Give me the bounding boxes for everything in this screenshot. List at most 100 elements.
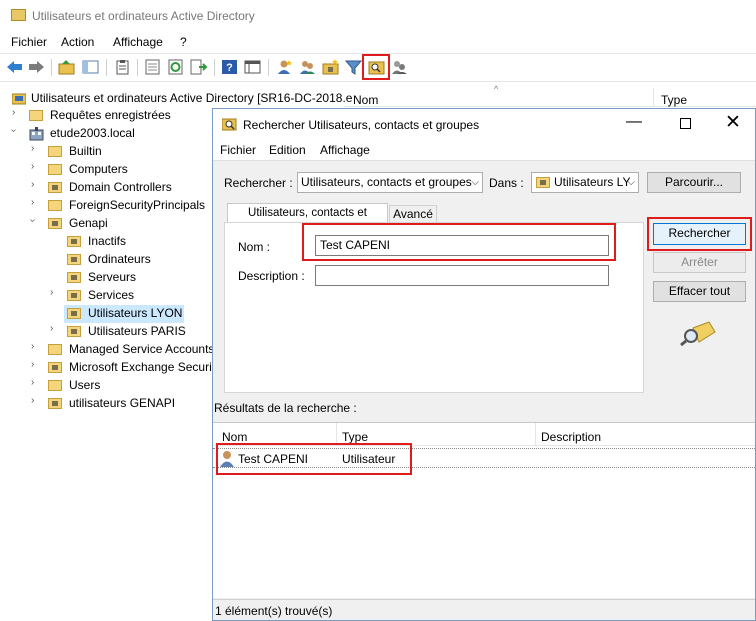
status-text: 1 élément(s) trouvé(s) — [215, 604, 333, 618]
tree-item-serveurs[interactable]: Serveurs — [0, 269, 212, 287]
tree-item-users[interactable]: › Users — [0, 377, 212, 395]
toolbar-separator — [51, 59, 52, 76]
chevron-right-icon[interactable]: › — [31, 197, 34, 208]
browse-button[interactable]: Parcourir... — [647, 172, 741, 193]
tree-item-foreign-security-principals[interactable]: › ForeignSecurityPrincipals — [0, 197, 212, 215]
new-ou-icon[interactable] — [322, 59, 339, 75]
chevron-right-icon[interactable]: › — [31, 377, 34, 388]
dialog-menu-edition[interactable]: Edition — [269, 143, 306, 157]
chevron-right-icon[interactable]: › — [31, 395, 34, 406]
new-user-icon[interactable] — [276, 59, 293, 75]
find-icon — [222, 118, 237, 131]
ou-icon — [48, 182, 62, 193]
tree-item-services[interactable]: › Services — [0, 287, 212, 305]
chevron-down-icon: ⌵ — [471, 177, 479, 188]
tree-item-label: Computers — [69, 162, 128, 176]
ad-console-icon — [12, 93, 26, 105]
chevron-right-icon[interactable]: › — [31, 179, 34, 190]
folder-icon — [48, 380, 62, 391]
toolbar-separator — [214, 59, 215, 76]
chevron-right-icon[interactable]: › — [31, 161, 34, 172]
results-column-description[interactable]: Description — [541, 430, 601, 444]
maximize-icon[interactable] — [680, 118, 691, 129]
description-field[interactable] — [315, 265, 609, 286]
tree-root-label: Utilisateurs et ordinateurs Active Direc… — [31, 91, 353, 105]
search-type-value: Utilisateurs, contacts et groupes — [301, 175, 472, 189]
help-icon[interactable]: ? — [221, 59, 238, 75]
tab-advanced[interactable]: Avancé — [389, 205, 437, 223]
tree-root[interactable]: Utilisateurs et ordinateurs Active Direc… — [0, 90, 352, 108]
filter-icon[interactable] — [345, 59, 362, 75]
chevron-right-icon[interactable]: › — [50, 323, 53, 334]
ou-icon — [48, 362, 62, 373]
tree-item-utilisateurs-genapi[interactable]: › utilisateurs GENAPI — [0, 395, 212, 413]
tree-item-domain-controllers[interactable]: › Domain Controllers — [0, 179, 212, 197]
up-folder-icon[interactable] — [58, 59, 75, 75]
new-group-icon[interactable] — [299, 59, 316, 75]
tree-item-microsoft-exchange[interactable]: › Microsoft Exchange Securit — [0, 359, 215, 377]
name-label: Nom : — [238, 240, 271, 254]
refresh-icon[interactable] — [167, 59, 184, 75]
search-button-highlight — [647, 217, 752, 251]
main-menubar: Fichier Action Affichage ? — [0, 32, 756, 52]
clipboard-icon[interactable] — [114, 59, 131, 75]
menu-affichage[interactable]: Affichage — [113, 35, 163, 49]
sort-arrow-icon: ^ — [494, 84, 499, 94]
chevron-right-icon[interactable]: › — [31, 359, 34, 370]
add-to-group-icon[interactable] — [391, 59, 408, 75]
close-icon[interactable]: ✕ — [725, 111, 741, 134]
dialog-menu-fichier[interactable]: Fichier — [220, 143, 256, 157]
chevron-right-icon[interactable]: › — [31, 341, 34, 352]
column-divider — [535, 423, 536, 445]
chevron-right-icon[interactable]: › — [50, 287, 53, 298]
folder-icon — [29, 110, 43, 121]
tree-item-domain[interactable]: › etude2003.local — [0, 125, 212, 143]
column-header-type[interactable]: Type — [661, 93, 687, 107]
chevron-down-icon[interactable]: › — [27, 219, 38, 222]
tree-item-label: Serveurs — [88, 270, 137, 284]
ou-icon — [48, 218, 62, 229]
clear-all-button[interactable]: Effacer tout — [653, 281, 746, 302]
tree-item-genapi[interactable]: › Genapi — [0, 215, 212, 233]
chevron-right-icon[interactable]: › — [31, 143, 34, 154]
forward-arrow-icon[interactable] — [28, 59, 45, 75]
show-tree-icon[interactable] — [82, 59, 99, 75]
ou-icon — [67, 326, 81, 337]
column-header-name[interactable]: Nom — [353, 93, 378, 107]
search-scope-label: Dans : — [489, 176, 524, 190]
svg-text:?: ? — [226, 62, 233, 74]
stop-button[interactable]: Arrêter — [653, 252, 746, 273]
console-view-icon[interactable] — [244, 59, 261, 75]
chevron-right-icon[interactable]: › — [12, 107, 15, 118]
ou-icon — [67, 290, 81, 301]
export-list-icon[interactable] — [190, 59, 207, 75]
tree-item-builtin[interactable]: › Builtin — [0, 143, 212, 161]
tree-item-label: Builtin — [69, 144, 102, 158]
menu-fichier[interactable]: Fichier — [11, 35, 47, 49]
tree-item-inactifs[interactable]: Inactifs — [0, 233, 212, 251]
tree-item-utilisateurs-lyon[interactable]: Utilisateurs LYON — [64, 305, 184, 323]
tree-item-label: Ordinateurs — [88, 252, 151, 266]
dialog-menu-affichage[interactable]: Affichage — [320, 143, 370, 157]
chevron-down-icon[interactable]: › — [8, 129, 19, 132]
minimize-icon[interactable]: — — [626, 113, 642, 131]
search-type-select[interactable]: Utilisateurs, contacts et groupes ⌵ — [297, 172, 483, 193]
search-scope-select[interactable]: Utilisateurs LY ⌵ — [531, 172, 639, 193]
tree-item-label: Requêtes enregistrées — [50, 108, 171, 122]
tree-item-label: Genapi — [69, 216, 108, 230]
ad-folder-icon — [11, 9, 26, 21]
properties-icon[interactable] — [144, 59, 161, 75]
menu-action[interactable]: Action — [61, 35, 94, 49]
results-column-name[interactable]: Nom — [222, 430, 247, 444]
tree-item-computers[interactable]: › Computers — [0, 161, 212, 179]
back-arrow-icon[interactable] — [6, 59, 23, 75]
folder-icon — [48, 200, 62, 211]
tree-item-label: Inactifs — [88, 234, 127, 248]
menu-help[interactable]: ? — [180, 35, 187, 49]
tree-item-managed-service-accounts[interactable]: › Managed Service Accounts — [0, 341, 214, 359]
tab-users-contacts-groups[interactable]: Utilisateurs, contacts et groupes — [227, 203, 388, 237]
tree-item-utilisateurs-paris[interactable]: › Utilisateurs PARIS — [0, 323, 212, 341]
tree-item-ordinateurs[interactable]: Ordinateurs — [0, 251, 212, 269]
tree-item-saved-queries[interactable]: › Requêtes enregistrées — [0, 107, 212, 125]
results-column-type[interactable]: Type — [342, 430, 368, 444]
